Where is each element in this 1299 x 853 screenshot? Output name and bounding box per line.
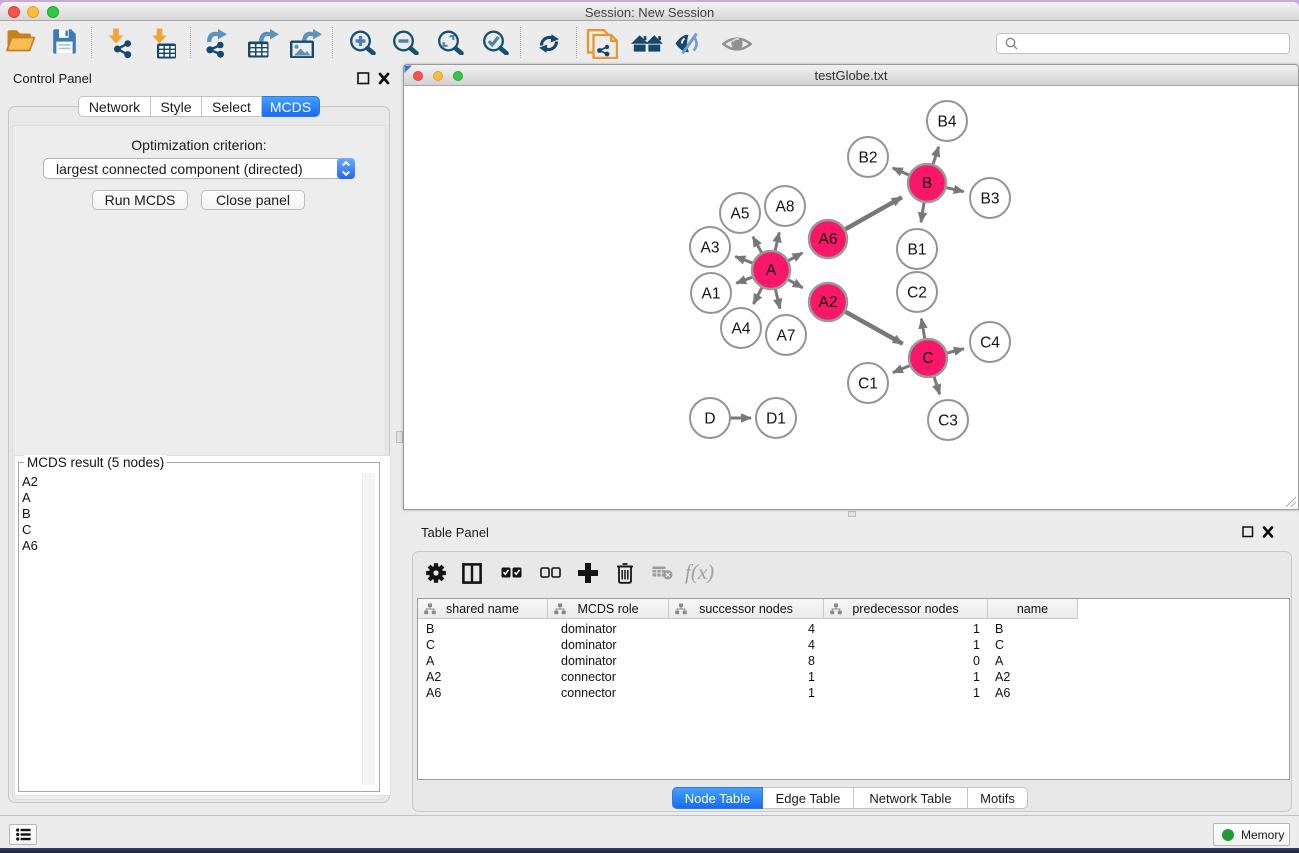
svg-text:B4: B4: [938, 114, 957, 131]
svg-text:C2: C2: [907, 285, 927, 302]
svg-text:A6: A6: [819, 231, 838, 248]
svg-text:B1: B1: [908, 242, 927, 259]
svg-text:C3: C3: [938, 413, 958, 430]
svg-text:A5: A5: [731, 206, 750, 223]
svg-text:C1: C1: [858, 376, 878, 393]
svg-text:A4: A4: [732, 321, 751, 338]
svg-text:A7: A7: [777, 328, 796, 345]
svg-text:D: D: [704, 411, 715, 428]
svg-text:B3: B3: [981, 191, 1000, 208]
svg-text:C: C: [922, 350, 933, 367]
svg-text:A2: A2: [819, 294, 838, 311]
svg-text:A3: A3: [701, 240, 720, 257]
svg-text:A1: A1: [702, 286, 721, 303]
svg-text:A: A: [766, 262, 777, 279]
svg-text:A8: A8: [776, 199, 795, 216]
svg-text:B2: B2: [859, 150, 878, 167]
svg-text:C4: C4: [980, 335, 1000, 352]
svg-text:B: B: [922, 175, 932, 192]
svg-text:D1: D1: [766, 411, 786, 428]
